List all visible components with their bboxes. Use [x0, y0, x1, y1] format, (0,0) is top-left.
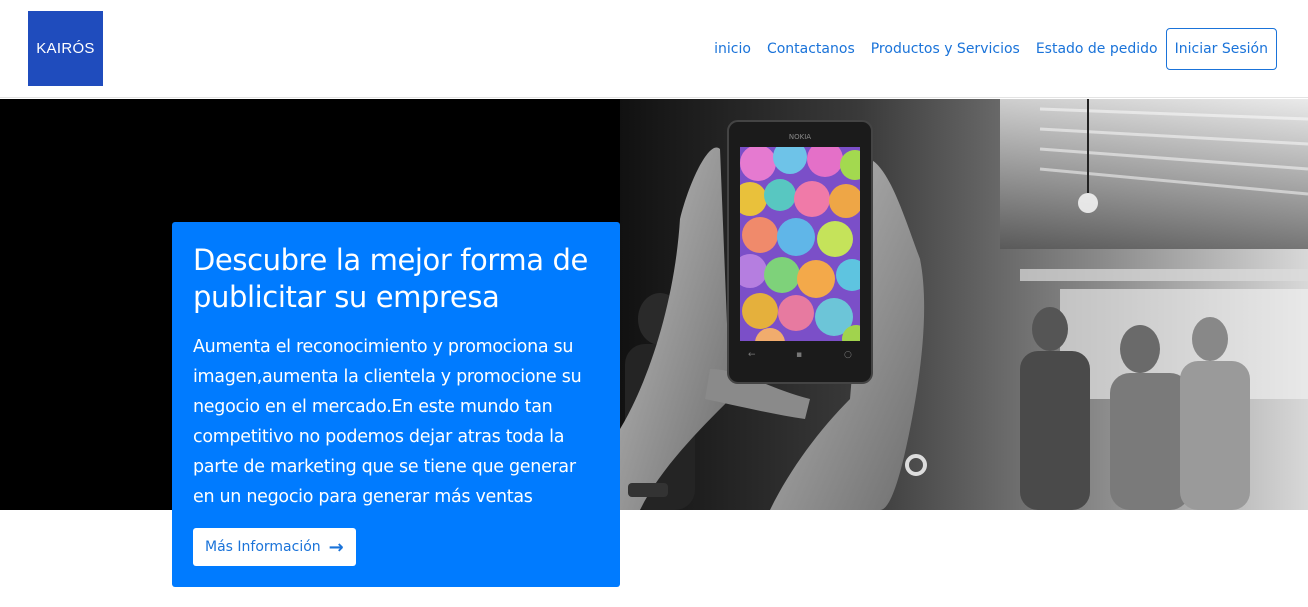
- hero-description: Aumenta el reconocimiento y promociona s…: [193, 337, 582, 507]
- nav-contactanos-link[interactable]: Contactanos: [767, 41, 855, 57]
- nav-productos-link[interactable]: Productos y Servicios: [871, 41, 1020, 57]
- site-header: KAIRÓS inicio Contactanos Productos y Se…: [0, 0, 1308, 98]
- kairos-logo[interactable]: KAIRÓS: [28, 11, 103, 86]
- hero-title: Descubre la mejor forma de publicitar su…: [193, 243, 588, 314]
- hero-card: Descubre la mejor forma de publicitar su…: [172, 222, 620, 587]
- more-info-button[interactable]: Más Información →: [193, 528, 356, 566]
- phone-brand-label: NOKIA: [789, 133, 811, 141]
- arrow-right-icon: →: [328, 536, 344, 558]
- hero-image: NOKIA ← ▪ ○: [620, 99, 1308, 510]
- svg-text:←: ←: [748, 350, 756, 360]
- more-info-label: Más Información: [205, 539, 321, 555]
- main-nav: inicio Contactanos Productos y Servicios…: [714, 28, 1277, 70]
- nav-inicio-link[interactable]: inicio: [714, 41, 751, 57]
- svg-text:○: ○: [844, 350, 852, 360]
- login-button[interactable]: Iniciar Sesión: [1165, 28, 1277, 70]
- nav-estado-pedido-link[interactable]: Estado de pedido: [1036, 41, 1158, 57]
- svg-text:▪: ▪: [796, 350, 802, 360]
- logo-text: KAIRÓS: [36, 40, 95, 57]
